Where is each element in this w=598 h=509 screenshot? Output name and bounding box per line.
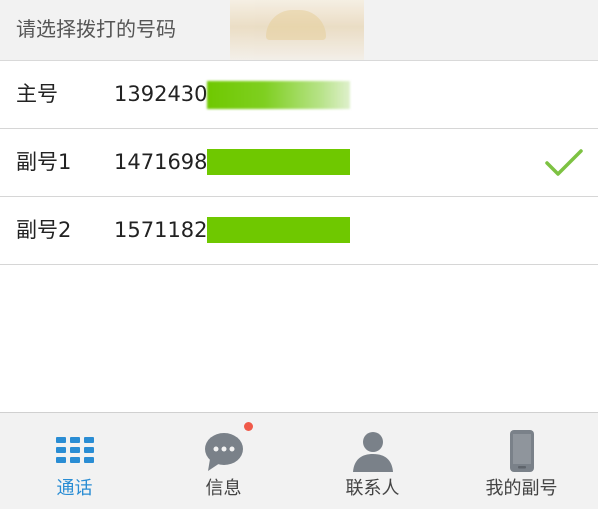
header-bar: 请选择拨打的号码: [0, 0, 598, 61]
number-row-main[interactable]: 主号 1392430: [0, 61, 598, 129]
bottom-tab-bar: 通话 信息 联系人 我的副号: [0, 412, 598, 509]
number-label: 主号: [16, 82, 58, 106]
phone-number: 1571182: [114, 218, 208, 242]
tab-label: 信息: [205, 478, 242, 499]
tab-my-secondary-number[interactable]: 我的副号: [447, 413, 596, 509]
person-icon: [352, 432, 393, 472]
dialpad-icon: [55, 437, 94, 463]
unread-badge: [244, 422, 253, 431]
phone-number: 1471698: [114, 150, 208, 174]
checkmark-icon: [545, 149, 583, 176]
blurred-region: [230, 0, 364, 60]
phone-icon: [509, 430, 534, 472]
redaction-bar: [207, 149, 350, 175]
phone-number: 1392430: [114, 82, 208, 106]
redaction-bar: [207, 217, 350, 243]
tab-label: 我的副号: [485, 478, 558, 499]
number-label: 副号2: [16, 218, 72, 242]
tab-contacts[interactable]: 联系人: [298, 413, 447, 509]
tab-label: 通话: [56, 478, 93, 499]
tab-label: 联系人: [345, 478, 400, 499]
chat-bubble-icon: [204, 433, 243, 471]
number-label: 副号1: [16, 150, 72, 174]
page-title: 请选择拨打的号码: [16, 17, 176, 41]
number-row-secondary-1[interactable]: 副号1 1471698: [0, 129, 598, 197]
tab-calls[interactable]: 通话: [0, 413, 149, 509]
redaction-bar: [207, 81, 350, 109]
number-row-secondary-2[interactable]: 副号2 1571182: [0, 197, 598, 265]
tab-messages[interactable]: 信息: [149, 413, 298, 509]
